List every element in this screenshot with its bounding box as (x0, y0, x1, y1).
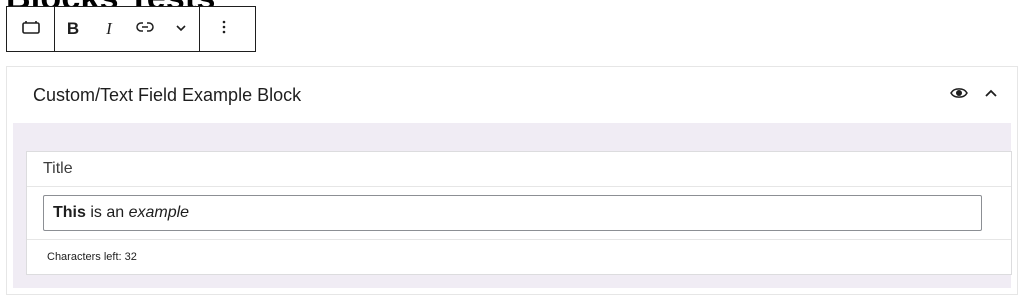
block-title: Custom/Text Field Example Block (33, 84, 302, 105)
title-input[interactable]: This is an example (43, 195, 982, 231)
options-button[interactable] (200, 7, 247, 51)
bold-label: B (66, 19, 80, 38)
toolbar-options-group (200, 7, 247, 51)
toolbar-block-group (7, 7, 55, 51)
block-type-icon (21, 19, 41, 40)
toolbar-format-group: B I (55, 7, 200, 51)
more-formats-button[interactable] (163, 7, 199, 51)
characters-left: Characters left: 32 (27, 239, 1011, 275)
eye-icon (950, 86, 968, 105)
block-toolbar: B I (6, 6, 256, 52)
input-text-italic: example (128, 204, 190, 221)
link-icon (135, 20, 155, 39)
preview-button[interactable] (949, 85, 969, 105)
custom-block: Custom/Text Field Example Block Title Th… (6, 66, 1018, 295)
collapse-button[interactable] (981, 85, 1001, 105)
italic-label: I (106, 19, 112, 38)
title-field: Title This is an example Characters left… (26, 151, 1012, 275)
block-header: Custom/Text Field Example Block (7, 67, 1017, 123)
block-body: Title This is an example Characters left… (13, 123, 1012, 288)
chevron-down-icon (174, 20, 188, 38)
block-type-button[interactable] (7, 7, 54, 51)
more-vertical-icon (221, 19, 227, 40)
bold-button[interactable]: B (55, 7, 91, 51)
chevron-up-icon (984, 86, 998, 104)
link-button[interactable] (127, 7, 163, 51)
input-text-plain: is an (85, 204, 129, 221)
block-header-actions (949, 85, 1001, 105)
italic-button[interactable]: I (91, 7, 127, 51)
title-field-label: Title (27, 152, 1011, 187)
input-text-bold: This (53, 204, 86, 221)
